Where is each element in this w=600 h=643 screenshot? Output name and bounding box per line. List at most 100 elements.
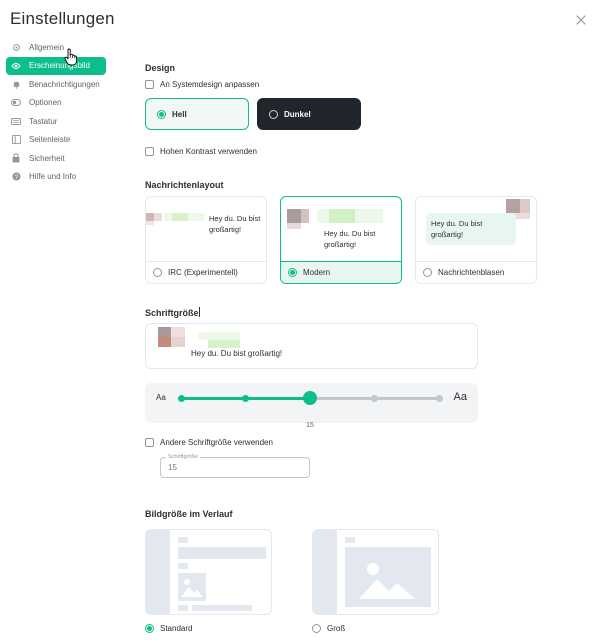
layout-modern-card[interactable]: Hey du. Du bist großartig! Modern bbox=[280, 196, 402, 284]
bubble-sample-message: Hey du. Du bist großartig! bbox=[431, 219, 483, 239]
font-size-slider[interactable]: 15 bbox=[177, 391, 443, 429]
layout-bubble-card[interactable]: Hey du. Du bist großartig! Nachrichtenbl… bbox=[415, 196, 537, 284]
theme-dark-radio[interactable] bbox=[269, 109, 278, 119]
high-contrast-checkbox[interactable] bbox=[145, 147, 154, 156]
theme-light-button[interactable]: Hell bbox=[145, 98, 249, 130]
eye-icon bbox=[11, 61, 21, 71]
text-caret bbox=[198, 307, 200, 317]
theme-dark-label: Dunkel bbox=[284, 109, 311, 119]
font-size-heading: Schriftgröße bbox=[145, 307, 200, 318]
sidebar-item-label: Erscheinungsbild bbox=[29, 61, 90, 71]
sender-name bbox=[198, 332, 240, 340]
sidebar-item-label: Hilfe und Info bbox=[29, 172, 77, 182]
layout-irc-label: IRC (Experimentell) bbox=[168, 268, 238, 277]
avatar bbox=[158, 337, 171, 347]
sidebar-item-appearance[interactable]: Erscheinungsbild bbox=[6, 56, 106, 75]
sidebar-item-label: Benachrichtigungen bbox=[29, 79, 100, 89]
sidebar-item-help[interactable]: ? Hilfe und Info bbox=[6, 168, 106, 187]
sidebar-item-sidebar[interactable]: Seitenleiste bbox=[6, 131, 106, 150]
layout-irc-option[interactable]: IRC (Experimentell) bbox=[146, 261, 266, 283]
bell-icon bbox=[11, 79, 21, 89]
design-heading: Design bbox=[145, 63, 176, 73]
sidebar-item-label: Allgemein bbox=[29, 42, 65, 52]
avatar bbox=[146, 213, 154, 221]
avatar bbox=[146, 221, 154, 225]
slider-step[interactable] bbox=[371, 395, 378, 402]
hand-cursor-icon bbox=[64, 48, 78, 66]
font-size-field-label: Schriftgröße bbox=[166, 454, 200, 460]
theme-light-radio[interactable] bbox=[157, 109, 166, 119]
irc-sample-message: Hey du. Du bist großartig! bbox=[209, 214, 261, 234]
font-size-field[interactable]: Schriftgröße bbox=[160, 454, 310, 478]
avatar bbox=[171, 327, 185, 337]
layout-heading: Nachrichtenlayout bbox=[145, 180, 224, 190]
sidebar-item-security[interactable]: Sicherheit bbox=[6, 149, 106, 168]
image-size-standard-label: Standard bbox=[160, 624, 193, 633]
image-size-standard-radio[interactable] bbox=[145, 624, 154, 633]
image-size-large-radio[interactable] bbox=[312, 624, 321, 633]
image-size-standard-option[interactable]: Standard bbox=[145, 624, 192, 633]
image-size-large-label: Groß bbox=[327, 624, 346, 633]
svg-text:?: ? bbox=[14, 174, 18, 181]
layout-modern-label: Modern bbox=[303, 268, 331, 277]
sidebar-item-label: Seitenleiste bbox=[29, 135, 71, 145]
avatar bbox=[301, 209, 309, 223]
layout-irc-radio[interactable] bbox=[153, 268, 162, 277]
close-icon[interactable] bbox=[574, 13, 588, 27]
font-preview-message: Hey du. Du bist großartig! bbox=[191, 349, 283, 358]
page-title: Einstellungen bbox=[10, 9, 115, 28]
high-contrast-label: Hohen Kontrast verwenden bbox=[160, 147, 257, 156]
slider-step[interactable] bbox=[177, 395, 185, 402]
layout-bubble-radio[interactable] bbox=[423, 268, 432, 277]
sidebar-item-label: Sicherheit bbox=[29, 153, 65, 163]
image-size-large-card[interactable] bbox=[312, 529, 439, 615]
placeholder-line bbox=[178, 563, 188, 569]
modern-sample-message: Hey du. Du bist großartig! bbox=[324, 229, 376, 249]
sidebar-icon bbox=[11, 135, 21, 145]
slider-value: 15 bbox=[306, 422, 314, 429]
help-icon: ? bbox=[11, 172, 21, 182]
lock-icon bbox=[11, 153, 21, 163]
slider-step[interactable] bbox=[242, 395, 249, 402]
avatar bbox=[171, 337, 185, 347]
sidebar-item-label: Tastatur bbox=[29, 116, 58, 126]
placeholder-line bbox=[178, 605, 188, 611]
avatar bbox=[158, 327, 171, 337]
layout-modern-radio[interactable] bbox=[288, 268, 297, 277]
toggle-icon bbox=[11, 98, 21, 108]
theme-dark-button[interactable]: Dunkel bbox=[257, 98, 361, 130]
sidebar-item-options[interactable]: Optionen bbox=[6, 94, 106, 113]
image-size-standard-card[interactable] bbox=[145, 529, 272, 615]
image-size-heading: Bildgröße im Verlauf bbox=[145, 509, 233, 519]
custom-font-size-checkbox[interactable] bbox=[145, 438, 154, 447]
placeholder-line bbox=[192, 605, 252, 611]
avatar bbox=[506, 199, 520, 213]
timeline-sidebar bbox=[146, 530, 170, 614]
image-icon bbox=[181, 579, 203, 597]
layout-irc-card[interactable]: Hey du. Du bist großartig! IRC (Experime… bbox=[145, 196, 267, 284]
font-size-heading-text: Schriftgröße bbox=[145, 308, 199, 318]
system-theme-label: An Systemdesign anpassen bbox=[160, 80, 260, 89]
layout-bubble-option[interactable]: Nachrichtenblasen bbox=[416, 261, 536, 283]
sidebar-item-general[interactable]: Allgemein bbox=[6, 38, 106, 57]
font-size-small-label: Aa bbox=[156, 393, 166, 402]
image-size-large-option[interactable]: Groß bbox=[312, 624, 345, 633]
sidebar-item-keyboard[interactable]: Tastatur bbox=[6, 112, 106, 131]
high-contrast-row: Hohen Kontrast verwenden bbox=[145, 147, 257, 156]
layout-bubble-label: Nachrichtenblasen bbox=[438, 268, 505, 277]
layout-modern-option[interactable]: Modern bbox=[281, 261, 401, 283]
slider-thumb[interactable] bbox=[303, 391, 317, 405]
avatar bbox=[287, 209, 301, 223]
avatar bbox=[520, 199, 530, 213]
system-theme-row: An Systemdesign anpassen bbox=[145, 80, 259, 89]
timeline-sidebar bbox=[313, 530, 337, 614]
placeholder-line bbox=[345, 537, 355, 543]
system-theme-checkbox[interactable] bbox=[145, 80, 154, 89]
slider-step[interactable] bbox=[435, 395, 443, 402]
keyboard-icon bbox=[11, 116, 21, 126]
font-size-large-label: Aa bbox=[453, 391, 467, 403]
settings-sidebar: Allgemein Erscheinungsbild Benachrichtig… bbox=[6, 38, 106, 186]
sidebar-item-notifications[interactable]: Benachrichtigungen bbox=[6, 75, 106, 94]
font-size-input[interactable] bbox=[168, 463, 298, 472]
font-size-slider-box: Aa Aa 15 bbox=[145, 383, 478, 429]
